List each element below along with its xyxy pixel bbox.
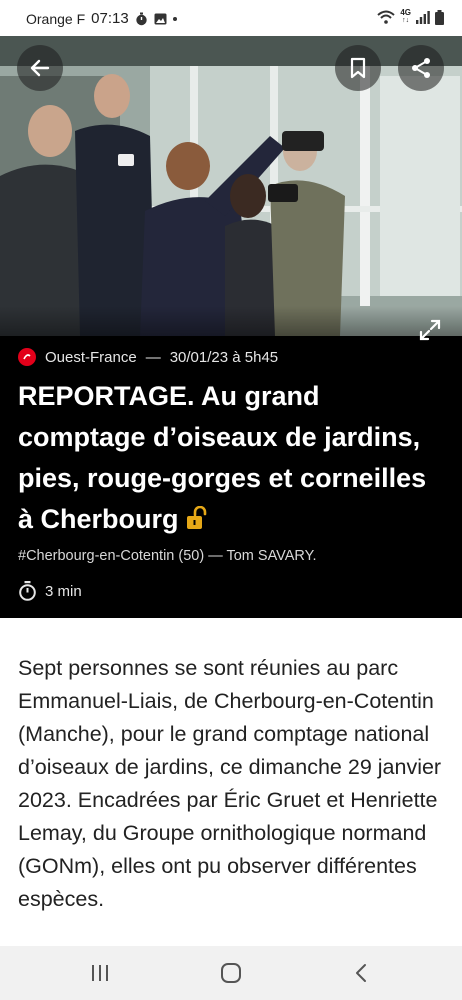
home-icon [221, 963, 241, 983]
photo-illustration [0, 36, 462, 336]
share-icon [412, 58, 430, 78]
stopwatch-icon [135, 12, 147, 25]
article-paragraph: Sept personnes se sont réunies au parc E… [18, 656, 442, 911]
system-back-button[interactable] [350, 962, 374, 984]
recent-apps-button[interactable] [88, 962, 112, 984]
article-tags[interactable]: #Cherbourg-en-Cotentin (50) — Tom SAVARY… [18, 548, 316, 564]
signal-icon [416, 10, 430, 24]
wifi-icon [377, 10, 395, 24]
status-bar: Orange F 07:13 4G ↑↓ [0, 0, 462, 36]
back-button[interactable] [17, 45, 63, 91]
chevron-left-icon [356, 964, 366, 982]
source-name[interactable]: Ouest-France [45, 349, 137, 366]
headline-text: REPORTAGE. Au grand comptage d’oiseaux d… [18, 381, 427, 534]
recent-apps-icon [92, 965, 108, 981]
expand-photo-button[interactable] [418, 318, 444, 344]
bookmark-button[interactable] [335, 45, 381, 91]
bookmark-icon [350, 57, 366, 79]
article-photo [0, 36, 462, 336]
timer-icon [19, 581, 36, 601]
battery-icon [435, 9, 444, 25]
article-headline: REPORTAGE. Au grand comptage d’oiseaux d… [18, 376, 448, 540]
read-time: 3 min [18, 581, 82, 601]
notification-dot-icon [172, 16, 177, 21]
read-time-label: 3 min [45, 582, 82, 600]
share-button[interactable] [398, 45, 444, 91]
network-type-badge: 4G ↑↓ [400, 8, 411, 25]
ouest-france-logo [18, 348, 36, 366]
system-navigation-bar [0, 946, 462, 1000]
meta-separator: — [145, 348, 161, 366]
article-hero: Ouest-France — 30/01/23 à 5h45 REPORTAGE… [0, 36, 462, 618]
gallery-icon [154, 13, 167, 24]
article-meta: Ouest-France — 30/01/23 à 5h45 [18, 348, 278, 366]
clock: 07:13 [91, 10, 129, 27]
arrow-left-icon [30, 59, 50, 77]
publish-date: 30/01/23 à 5h45 [169, 348, 279, 366]
home-button[interactable] [219, 962, 243, 984]
expand-icon [419, 319, 441, 341]
carrier-label: Orange F [26, 10, 86, 27]
unlocked-icon [187, 505, 207, 529]
